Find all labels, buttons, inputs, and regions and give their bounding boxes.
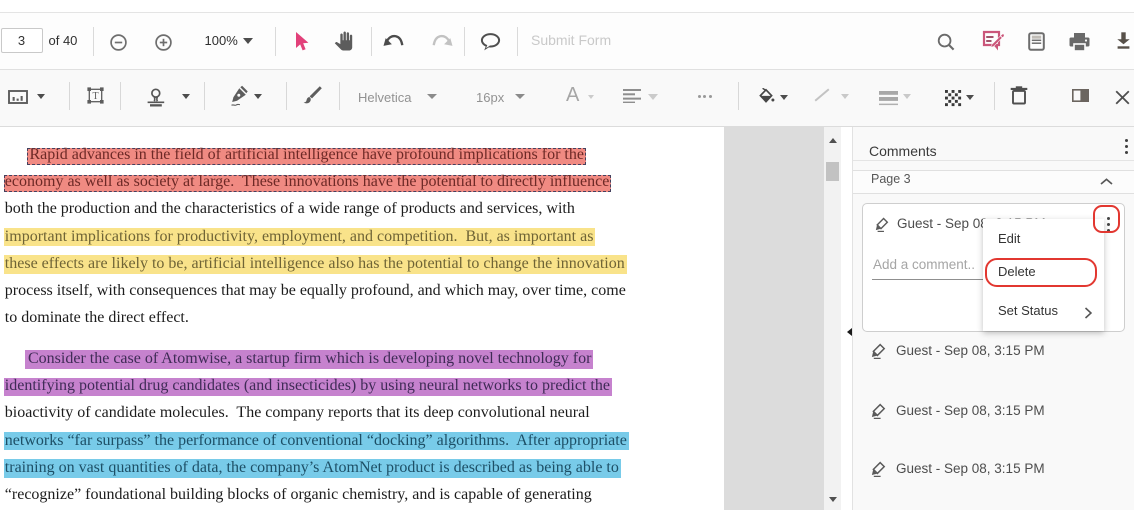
svg-text:T: T: [92, 91, 98, 102]
